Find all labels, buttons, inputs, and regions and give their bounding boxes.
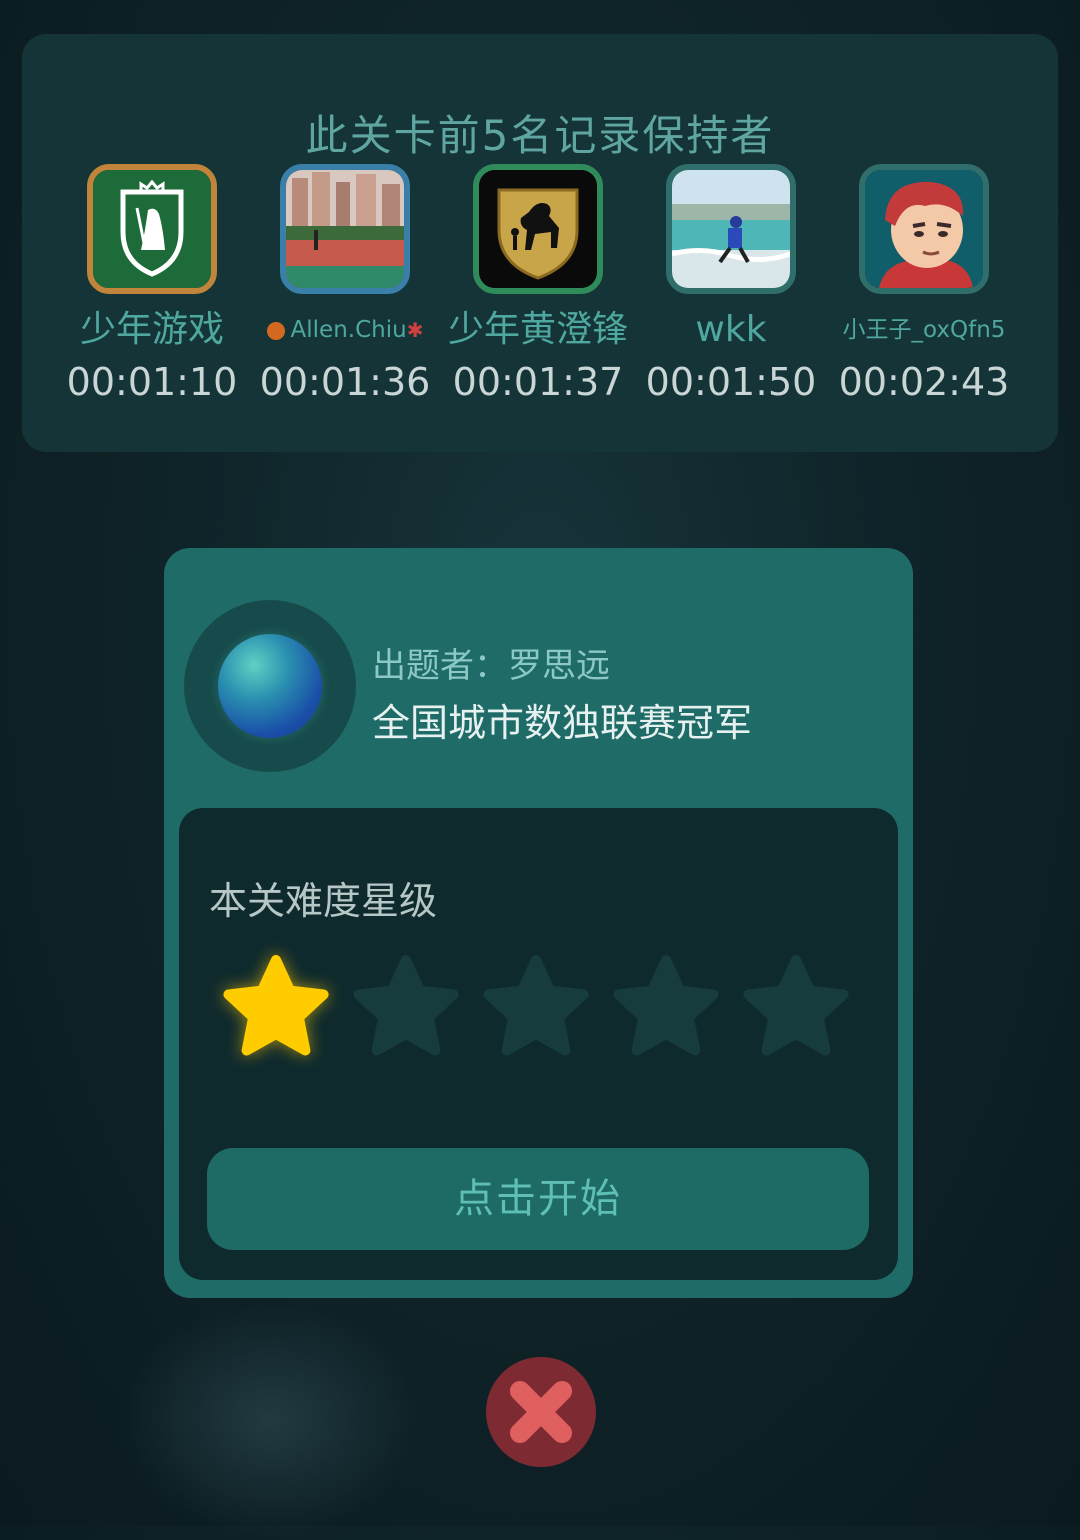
cartoon-boy-icon (859, 164, 989, 294)
author-name: 出题者：罗思远 (372, 646, 610, 686)
star-empty-icon (353, 955, 459, 1056)
holder-name: 小王子_oxQfn5 (842, 317, 1006, 343)
anger-icon: ✱ (406, 318, 424, 342)
difficulty-panel: 本关难度星级 点击开始 (179, 808, 898, 1280)
record-holder-1[interactable]: 少年游戏 00:01:10 (57, 164, 247, 404)
holder-time: 00:01:50 (645, 360, 817, 404)
record-holder-5[interactable]: 小王子_oxQfn5 00:02:43 (829, 164, 1019, 404)
holder-time: 00:01:10 (66, 360, 238, 404)
holder-time: 00:01:37 (452, 360, 624, 404)
holder-name: 少年游戏 (79, 309, 224, 350)
leaderboard-title: 此关卡前5名记录保持者 (305, 111, 775, 160)
horse-badge-icon (473, 164, 603, 294)
holder-name: Allen.Chiu✱ (250, 308, 440, 352)
record-holder-3[interactable]: 少年黄澄锋 00:01:37 (443, 164, 633, 404)
city-court-photo (280, 164, 410, 294)
planet-icon (218, 634, 322, 738)
holder-time: 00:02:43 (838, 360, 1010, 404)
beach-photo (666, 164, 796, 294)
shield-warrior-icon (87, 164, 217, 294)
record-holder-2[interactable]: Allen.Chiu✱ 00:01:36 (250, 164, 440, 404)
holder-time: 00:01:36 (259, 360, 431, 404)
author-title: 全国城市数独联赛冠军 (372, 701, 753, 745)
difficulty-label: 本关难度星级 (209, 879, 438, 923)
author-avatar (184, 600, 356, 772)
background-glow (120, 1300, 420, 1540)
basketball-icon (266, 321, 285, 340)
star-empty-icon (483, 955, 589, 1056)
level-card: 出题者：罗思远 全国城市数独联赛冠军 本关难度星级 点击开始 (164, 548, 913, 1298)
star-filled-icon (223, 955, 329, 1056)
close-icon (510, 1381, 572, 1443)
star-empty-icon (613, 955, 719, 1056)
holder-name: wkk (695, 309, 767, 350)
start-button[interactable]: 点击开始 (207, 1148, 869, 1250)
star-empty-icon (743, 955, 849, 1056)
close-button[interactable] (486, 1357, 596, 1467)
holder-name: 少年黄澄锋 (447, 309, 628, 350)
record-holder-4[interactable]: wkk 00:01:50 (636, 164, 826, 404)
leaderboard-panel: 此关卡前5名记录保持者 少年游戏 00:01:10 Allen.Chiu✱ 00… (22, 34, 1058, 452)
